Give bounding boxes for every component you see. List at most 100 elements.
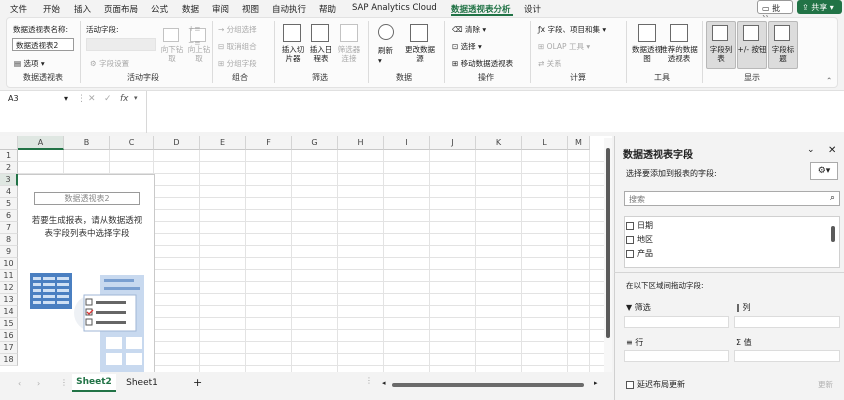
row-header-2[interactable]: 2 [0, 162, 18, 174]
column-header-a[interactable]: A [18, 136, 64, 150]
column-header-j[interactable]: J [430, 136, 476, 150]
ungroup-button[interactable]: ⊟ 取消组合 [218, 41, 257, 52]
row-header-14[interactable]: 14 [0, 306, 18, 318]
row-header-7[interactable]: 7 [0, 222, 18, 234]
menu-automate[interactable]: 自动执行 [272, 3, 306, 15]
field-item-date[interactable]: 日期 [626, 220, 653, 231]
column-header-h[interactable]: H [338, 136, 384, 150]
pivot-chart-button[interactable]: 数据透视图 [632, 45, 662, 63]
checkbox-icon[interactable] [626, 221, 634, 230]
scroll-left-icon[interactable]: ◂ [382, 379, 386, 387]
menu-file[interactable]: 文件 [10, 3, 27, 15]
name-box[interactable]: A3 ▾ [4, 92, 72, 106]
row-header-12[interactable]: 12 [0, 282, 18, 294]
checkbox-icon[interactable] [626, 235, 634, 244]
checkbox-icon[interactable] [626, 249, 634, 258]
filter-connections-button[interactable]: 筛选器连接 [336, 45, 362, 63]
gear-icon[interactable]: ⚙▾ [810, 162, 838, 180]
column-header-k[interactable]: K [476, 136, 522, 150]
change-data-source-button[interactable]: 更改数据源 [405, 45, 435, 63]
drill-down-button[interactable]: 向下钻取 [160, 45, 184, 63]
row-header-1[interactable]: 1 [0, 150, 18, 162]
active-field-input[interactable] [86, 38, 156, 51]
menu-page-layout[interactable]: 页面布局 [104, 3, 138, 15]
pivot-options-button[interactable]: ▤ 选项 ▾ [14, 58, 45, 69]
field-item-product[interactable]: 产品 [626, 248, 653, 259]
row-header-18[interactable]: 18 [0, 354, 18, 366]
olap-tools-button[interactable]: ⊞ OLAP 工具 ▾ [538, 41, 590, 52]
enter-icon[interactable]: ✓ [104, 94, 112, 104]
row-header-16[interactable]: 16 [0, 330, 18, 342]
column-header-m[interactable]: M [568, 136, 590, 150]
expand-field-button[interactable]: +≡ [188, 24, 201, 33]
row-header-4[interactable]: 4 [0, 186, 18, 198]
menu-help[interactable]: 帮助 [319, 3, 336, 15]
defer-update-checkbox[interactable]: 延迟布局更新 [626, 379, 685, 390]
menu-data[interactable]: 数据 [182, 3, 199, 15]
collapse-ribbon-icon[interactable]: ⌃ [826, 76, 832, 85]
horizontal-scroll-thumb[interactable] [392, 383, 584, 387]
row-header-9[interactable]: 9 [0, 246, 18, 258]
column-header-l[interactable]: L [522, 136, 568, 150]
pivot-name-input[interactable]: 数据透视表2 [12, 38, 74, 51]
row-header-11[interactable]: 11 [0, 270, 18, 282]
recommended-pivot-button[interactable]: 推荐的数据透视表 [660, 45, 698, 63]
row-header-13[interactable]: 13 [0, 294, 18, 306]
chevron-down-icon[interactable]: ⌄ [807, 145, 815, 155]
field-search-input[interactable]: 搜索 ⌕ [624, 191, 840, 206]
column-header-d[interactable]: D [154, 136, 200, 150]
group-selection-button[interactable]: → 分组选择 [218, 24, 257, 35]
menu-insert[interactable]: 插入 [74, 3, 91, 15]
menu-view[interactable]: 视图 [242, 3, 259, 15]
close-icon[interactable]: ✕ [828, 145, 836, 156]
share-button[interactable]: ⇪ 共享 ▾ [797, 0, 842, 14]
refresh-button[interactable]: 刷新 ▾ [378, 45, 393, 65]
worksheet-grid[interactable]: ABCDEFGHIJKLM 1 2 3 4 5 6 7 8 9 10 11 12 13 14 15 16 17 1… [0, 136, 612, 372]
menu-sap[interactable]: SAP Analytics Cloud [352, 3, 437, 13]
tab-sheet1[interactable]: Sheet1 [122, 374, 162, 392]
drill-up-button[interactable]: 向上钻取 [187, 45, 211, 63]
next-sheet-icon[interactable]: › [37, 379, 40, 388]
row-header-10[interactable]: 10 [0, 258, 18, 270]
insert-function-icon[interactable]: fx [120, 94, 129, 104]
field-settings-button[interactable]: ⚙ 字段设置 [90, 58, 129, 69]
columns-drop-zone[interactable] [734, 316, 840, 328]
column-header-c[interactable]: C [110, 136, 154, 150]
move-pivot-button[interactable]: ⊞ 移动数据透视表 [452, 58, 513, 69]
add-sheet-button[interactable]: + [193, 376, 202, 389]
vertical-scroll-thumb[interactable] [606, 148, 610, 338]
group-field-button[interactable]: ⊞ 分组字段 [218, 58, 257, 69]
column-header-i[interactable]: I [384, 136, 430, 150]
select-button[interactable]: ⊡ 选择 ▾ [452, 41, 482, 52]
field-item-region[interactable]: 地区 [626, 234, 653, 245]
row-header-17[interactable]: 17 [0, 342, 18, 354]
tab-sheet2[interactable]: Sheet2 [72, 374, 116, 392]
comment-button[interactable]: ▭ 批注 [757, 0, 793, 24]
clear-button[interactable]: ⌫ 清除 ▾ [452, 24, 486, 35]
row-header-15[interactable]: 15 [0, 318, 18, 330]
menu-review[interactable]: 审阅 [212, 3, 229, 15]
row-header-8[interactable]: 8 [0, 234, 18, 246]
prev-sheet-icon[interactable]: ‹ [18, 379, 21, 388]
fields-items-sets-button[interactable]: ƒx 字段、项目和集 ▾ [538, 24, 606, 35]
column-header-b[interactable]: B [64, 136, 110, 150]
row-header-5[interactable]: 5 [0, 198, 18, 210]
row-header-6[interactable]: 6 [0, 210, 18, 222]
rows-drop-zone[interactable] [624, 350, 729, 362]
menu-home[interactable]: 开始 [43, 3, 60, 15]
values-drop-zone[interactable] [734, 350, 840, 362]
column-header-f[interactable]: F [246, 136, 292, 150]
more-sheets-icon[interactable]: ⋮ [60, 378, 68, 387]
field-list-scroll-thumb[interactable] [831, 226, 835, 242]
row-header-3[interactable]: 3 [0, 174, 18, 186]
cancel-icon[interactable]: ✕ [88, 94, 96, 104]
checkbox-icon[interactable] [626, 380, 634, 389]
insert-slicer-button[interactable]: 插入切片器 [280, 45, 306, 63]
filters-drop-zone[interactable] [624, 316, 729, 328]
relationships-button[interactable]: ⇄ 关系 [538, 58, 562, 69]
column-header-e[interactable]: E [200, 136, 246, 150]
menu-formulas[interactable]: 公式 [151, 3, 168, 15]
select-all-corner[interactable] [0, 136, 18, 150]
insert-timeline-button[interactable]: 插入日程表 [308, 45, 334, 63]
scroll-right-icon[interactable]: ▸ [594, 379, 598, 387]
